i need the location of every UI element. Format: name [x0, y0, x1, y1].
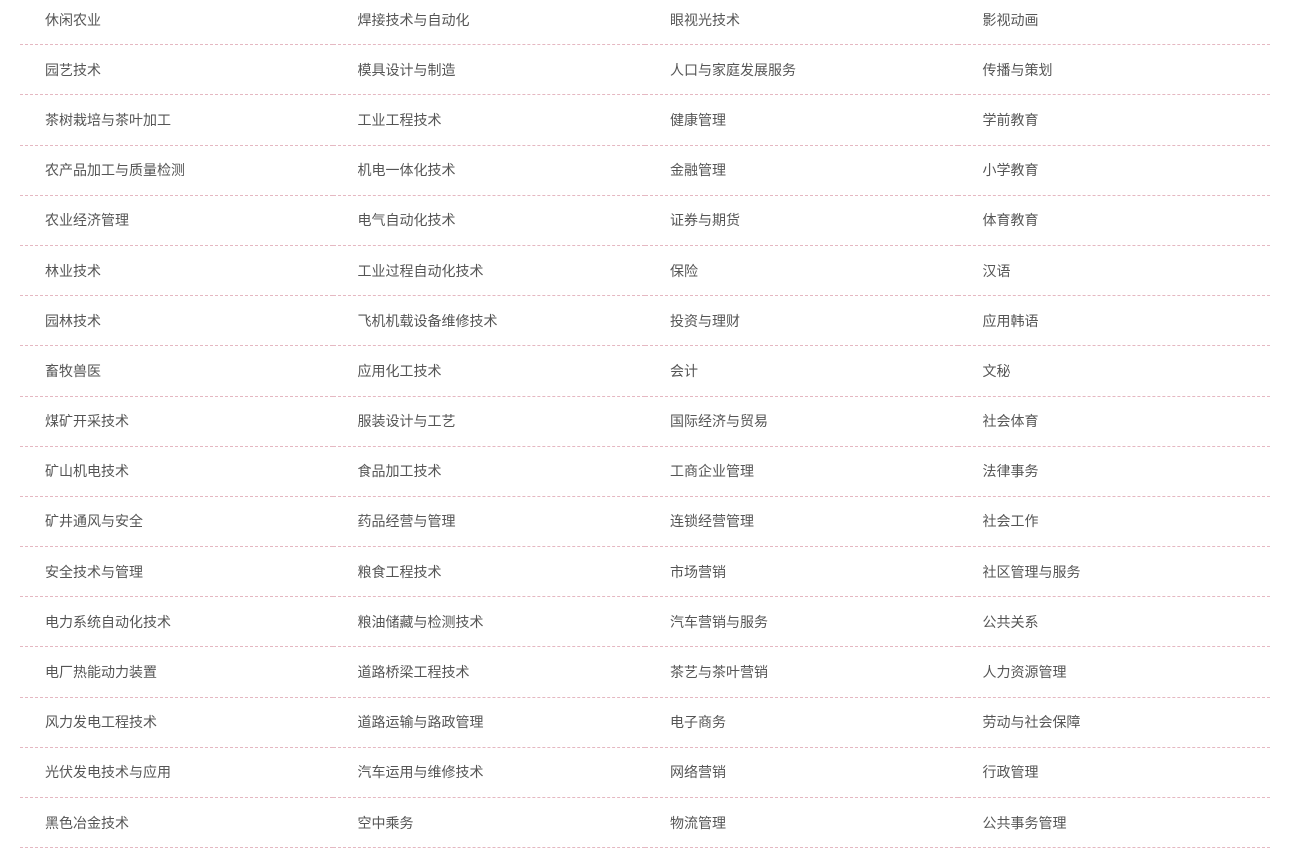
major-link[interactable]: 法律事务	[957, 447, 1270, 497]
major-link[interactable]: 电力系统自动化技术	[20, 597, 333, 648]
major-link[interactable]: 工业过程自动化技术	[332, 246, 645, 297]
major-link[interactable]: 粮食工程技术	[332, 547, 645, 598]
major-link[interactable]: 工业工程技术	[332, 95, 645, 146]
major-link[interactable]: 农产品加工与质量检测	[20, 146, 333, 196]
major-link[interactable]: 休闲农业	[20, 0, 333, 46]
major-link[interactable]: 煤矿开采技术	[20, 397, 333, 447]
major-link[interactable]: 应用化工技术	[332, 346, 645, 397]
major-link[interactable]: 学前教育	[957, 95, 1270, 146]
major-link[interactable]: 安全技术与管理	[20, 547, 333, 598]
major-link[interactable]: 黑色冶金技术	[20, 798, 333, 849]
major-link[interactable]: 人口与家庭发展服务	[645, 45, 958, 96]
major-link[interactable]: 道路桥梁工程技术	[332, 647, 645, 698]
major-link[interactable]: 光伏发电技术与应用	[20, 748, 333, 798]
major-link[interactable]: 茶树栽培与茶叶加工	[20, 95, 333, 146]
major-link[interactable]: 矿井通风与安全	[20, 497, 333, 548]
major-link[interactable]: 应用韩语	[957, 296, 1270, 347]
major-link[interactable]: 模具设计与制造	[332, 45, 645, 96]
major-link[interactable]: 食品加工技术	[332, 447, 645, 497]
major-link[interactable]: 社会体育	[957, 397, 1270, 447]
major-link[interactable]: 空中乘务	[332, 798, 645, 849]
major-link[interactable]: 飞机机载设备维修技术	[332, 296, 645, 347]
major-link[interactable]: 网络营销	[645, 748, 958, 798]
major-link[interactable]: 公共关系	[957, 597, 1270, 648]
major-link[interactable]: 电厂热能动力装置	[20, 647, 333, 698]
major-link[interactable]: 体育教育	[957, 196, 1270, 246]
major-link[interactable]: 文秘	[957, 346, 1270, 397]
major-link[interactable]: 市场营销	[645, 547, 958, 598]
major-link[interactable]: 投资与理财	[645, 296, 958, 347]
major-link[interactable]: 社会工作	[957, 497, 1270, 548]
major-link[interactable]: 汉语	[957, 246, 1270, 297]
major-link[interactable]: 风力发电工程技术	[20, 698, 333, 748]
major-link[interactable]: 药品经营与管理	[332, 497, 645, 548]
major-link[interactable]: 电气自动化技术	[332, 196, 645, 246]
major-link[interactable]: 汽车运用与维修技术	[332, 748, 645, 798]
major-link[interactable]: 服装设计与工艺	[332, 397, 645, 447]
major-link[interactable]: 园艺技术	[20, 45, 333, 96]
major-link[interactable]: 矿山机电技术	[20, 447, 333, 497]
major-link[interactable]: 小学教育	[957, 146, 1270, 196]
major-link[interactable]: 健康管理	[645, 95, 958, 146]
major-link[interactable]: 连锁经营管理	[645, 497, 958, 548]
major-link[interactable]: 公共事务管理	[957, 798, 1270, 849]
major-grid: 休闲农业 焊接技术与自动化 眼视光技术 影视动画园艺技术 模具设计与制造 人口与家庭发展服…	[20, 0, 1270, 849]
major-link[interactable]: 会计	[645, 346, 958, 397]
major-link[interactable]: 机电一体化技术	[332, 146, 645, 196]
major-link[interactable]: 眼视光技术	[645, 0, 958, 46]
major-link[interactable]: 国际经济与贸易	[645, 397, 958, 447]
major-link[interactable]: 茶艺与茶叶营销	[645, 647, 958, 698]
major-link[interactable]: 物流管理	[645, 798, 958, 849]
major-link[interactable]: 林业技术	[20, 246, 333, 297]
major-link[interactable]: 社区管理与服务	[957, 547, 1270, 598]
major-link[interactable]: 影视动画	[957, 0, 1270, 46]
major-link[interactable]: 电子商务	[645, 698, 958, 748]
major-link[interactable]: 园林技术	[20, 296, 333, 347]
major-link[interactable]: 道路运输与路政管理	[332, 698, 645, 748]
major-link[interactable]: 工商企业管理	[645, 447, 958, 497]
major-link[interactable]: 金融管理	[645, 146, 958, 196]
major-link[interactable]: 保险	[645, 246, 958, 297]
major-link[interactable]: 行政管理	[957, 748, 1270, 798]
major-link[interactable]: 证券与期货	[645, 196, 958, 246]
major-link[interactable]: 劳动与社会保障	[957, 698, 1270, 748]
major-link[interactable]: 传播与策划	[957, 45, 1270, 96]
major-link[interactable]: 汽车营销与服务	[645, 597, 958, 648]
major-link[interactable]: 焊接技术与自动化	[332, 0, 645, 46]
major-link[interactable]: 粮油储藏与检测技术	[332, 597, 645, 648]
major-list: 休闲农业 焊接技术与自动化 眼视光技术 影视动画园艺技术 模具设计与制造 人口与家庭发展服…	[20, 0, 1270, 849]
major-link[interactable]: 人力资源管理	[957, 647, 1270, 698]
major-link[interactable]: 农业经济管理	[20, 196, 333, 246]
major-link[interactable]: 畜牧兽医	[20, 346, 333, 397]
